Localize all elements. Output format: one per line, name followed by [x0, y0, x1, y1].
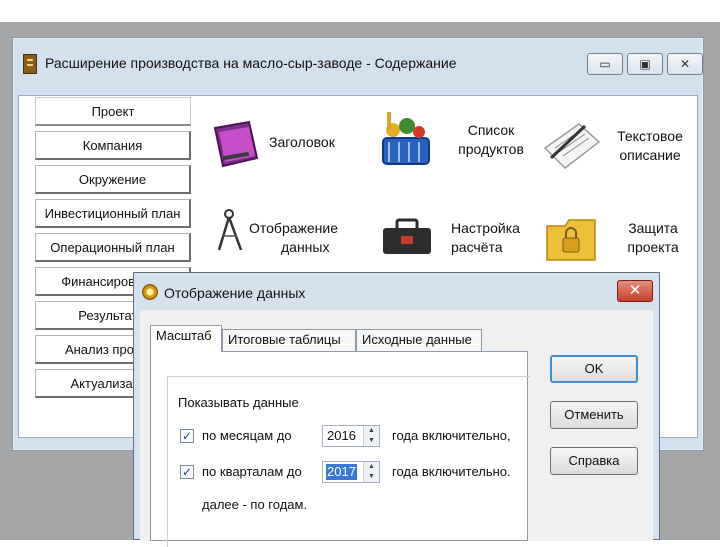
minimize-button[interactable]: ▭ [587, 53, 623, 75]
maximize-button[interactable]: ▣ [627, 53, 663, 75]
products-tile[interactable]: Список продуктов [375, 106, 545, 186]
nav-project-button[interactable]: Проект [35, 97, 191, 126]
maximize-icon: ▣ [639, 57, 651, 71]
title-bar[interactable]: Расширение производства на масло-сыр-зав… [13, 38, 703, 90]
document-pen-icon [543, 123, 601, 169]
text-description-line1: Текстовое [617, 128, 683, 144]
help-button[interactable]: Справка [550, 447, 638, 475]
tab-scale[interactable]: Масштаб [150, 325, 222, 352]
calc-settings-line1: Настройка [451, 220, 520, 236]
text-description-tile[interactable]: Текстовое описание [541, 108, 701, 188]
window-title: Расширение производства на масло-сыр-зав… [45, 55, 457, 71]
quarterly-checkbox[interactable]: ✓ [180, 465, 194, 479]
quarterly-suffix: года включительно. [392, 464, 511, 479]
protect-project-line1: Защита [628, 220, 678, 236]
display-data-line2: данных [281, 239, 330, 255]
ok-button[interactable]: OK [550, 355, 638, 383]
show-data-group: Показывать данные ✓ по месяцам до 2016 ▲… [167, 376, 530, 547]
dialog-close-button[interactable]: ✕ [617, 280, 653, 302]
quarterly-label: по кварталам до [202, 464, 302, 479]
dialog-body: Масштаб Итоговые таблицы Исходные данные… [140, 310, 653, 547]
monthly-year-spinner[interactable]: 2016 ▲ ▼ [322, 425, 380, 447]
dialog-title: Отображение данных [164, 285, 306, 301]
display-data-line1: Отображение [249, 220, 339, 236]
monthly-year-value: 2016 [327, 428, 356, 443]
basket-icon [382, 112, 430, 165]
close-icon: ✕ [679, 57, 691, 71]
quarterly-year-spinner[interactable]: 2017 ▲ ▼ [322, 461, 380, 483]
nav-operational-plan-button[interactable]: Операционный план [35, 233, 191, 262]
monthly-suffix: года включительно, [392, 428, 511, 443]
display-data-tile[interactable]: Отображение данных [211, 206, 371, 276]
minimize-icon: ▭ [599, 57, 611, 71]
protect-project-line2: проекта [627, 239, 679, 255]
tab-summary-tables[interactable]: Итоговые таблицы [222, 329, 356, 351]
folder-icon [213, 120, 259, 168]
calc-settings-tile[interactable]: Настройка расчёта [375, 208, 545, 278]
lock-folder-icon [546, 219, 596, 261]
gear-icon [142, 284, 158, 300]
toolbox-icon [383, 218, 431, 254]
products-tile-line2: продуктов [458, 141, 524, 157]
cancel-button[interactable]: Отменить [550, 401, 638, 429]
spinner-arrows-icon[interactable]: ▲ ▼ [363, 426, 379, 446]
footer-text: далее - по годам. [202, 497, 308, 512]
protect-project-tile[interactable]: Защита проекта [543, 208, 703, 278]
header-tile-label: Заголовок [269, 134, 335, 150]
nav-investment-plan-button[interactable]: Инвестиционный план [35, 199, 191, 228]
text-description-line2: описание [619, 147, 681, 163]
close-icon: ✕ [628, 282, 642, 299]
nav-company-button[interactable]: Компания [35, 131, 191, 160]
scale-tab-panel: Показывать данные ✓ по месяцам до 2016 ▲… [150, 351, 530, 547]
quarterly-year-value: 2017 [326, 464, 357, 480]
group-label: Показывать данные [178, 395, 299, 410]
calc-settings-line2: расчёта [451, 239, 503, 255]
products-tile-line1: Список [467, 122, 515, 138]
header-tile[interactable]: Заголовок [207, 112, 367, 182]
monthly-label: по месяцам до [202, 428, 292, 443]
monthly-checkbox[interactable]: ✓ [180, 429, 194, 443]
nav-environment-button[interactable]: Окружение [35, 165, 191, 194]
notebook-icon [23, 54, 37, 74]
display-data-dialog: Отображение данных ✕ Масштаб Итоговые та… [133, 272, 660, 547]
close-button[interactable]: ✕ [667, 53, 703, 75]
tab-source-data[interactable]: Исходные данные [356, 329, 482, 351]
spinner-arrows-icon[interactable]: ▲ ▼ [363, 462, 379, 482]
